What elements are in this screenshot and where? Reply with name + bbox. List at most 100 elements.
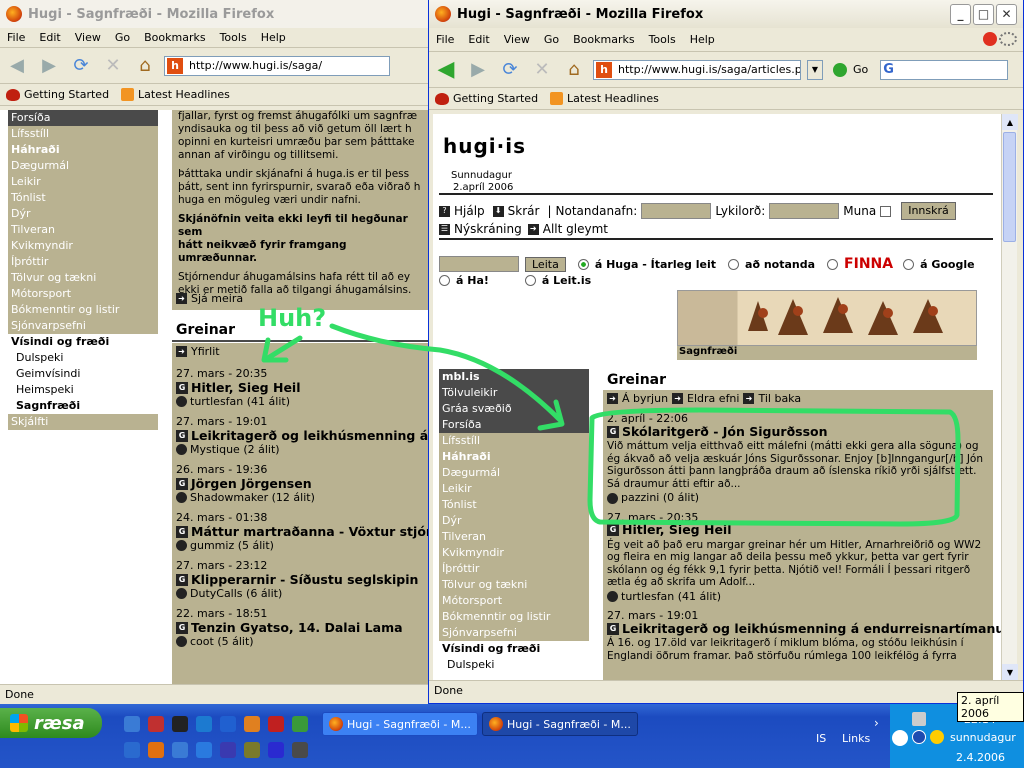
overview-link[interactable]: Yfirlit <box>191 345 220 358</box>
sidebar-item[interactable]: Íþróttir <box>439 561 589 577</box>
back-titlebar[interactable]: Hugi - Sagnfræði - Mozilla Firefox <box>0 0 430 28</box>
quick-launch-icon[interactable] <box>196 742 212 758</box>
username-input[interactable] <box>641 203 712 219</box>
article-author[interactable]: pazzini (0 álit) <box>621 491 699 505</box>
forgot-link[interactable]: Allt gleymt <box>543 221 608 237</box>
nav-older-link[interactable]: Eldra efni <box>687 392 739 405</box>
sidebar-item[interactable]: Kvikmyndir <box>8 238 158 254</box>
links-toolbar[interactable]: Links <box>842 732 870 745</box>
quick-launch-icon[interactable] <box>268 716 284 732</box>
forward-arrow-icon[interactable]: ▶ <box>465 57 491 83</box>
register-link[interactable]: Skrár <box>508 203 540 219</box>
sidebar-item[interactable]: Dýr <box>8 206 158 222</box>
radio-leit[interactable] <box>524 275 536 286</box>
front-scrollbar[interactable]: ▲ ▼ <box>1001 114 1018 680</box>
menu-file[interactable]: File <box>429 33 461 46</box>
radio-google[interactable] <box>903 258 915 270</box>
sidebar-item[interactable]: Kvikmyndir <box>439 545 589 561</box>
article-title[interactable]: Máttur martraðanna - Vöxtur stjórn <box>191 524 430 539</box>
sidebar-item[interactable]: Háhraði <box>439 449 589 465</box>
sidebar-item[interactable]: Bókmenntir og listir <box>8 302 158 318</box>
sidebar-item[interactable]: Forsíða <box>8 110 158 126</box>
quick-launch-icon[interactable] <box>244 716 260 732</box>
quick-launch-icon[interactable] <box>148 742 164 758</box>
nav-start-link[interactable]: Á byrjun <box>622 392 668 405</box>
reload-icon[interactable]: ⟳ <box>68 53 94 79</box>
sidebar-item[interactable]: Lífsstíll <box>439 433 589 449</box>
back-arrow-icon[interactable]: ◀ <box>4 53 30 79</box>
sidebar-item[interactable]: Tilveran <box>8 222 158 238</box>
start-button[interactable]: ræsa <box>0 708 102 738</box>
menu-bookmarks[interactable]: Bookmarks <box>137 31 212 44</box>
quick-launch-icon[interactable] <box>148 716 164 732</box>
home-icon[interactable]: ⌂ <box>132 53 158 79</box>
sidebar-item[interactable]: mbl.is <box>439 369 589 385</box>
front-url-bar[interactable]: h http://www.hugi.is/saga/articles.p <box>593 59 801 80</box>
minimize-button[interactable]: _ <box>950 3 971 25</box>
stop-loading-icon[interactable] <box>983 32 997 46</box>
scroll-down-button[interactable]: ▼ <box>1002 664 1018 680</box>
sidebar-item[interactable]: Háhraði <box>8 142 158 158</box>
google-search-box[interactable]: G <box>880 59 1009 80</box>
sidebar-item[interactable]: Lífsstíll <box>8 126 158 142</box>
search-input[interactable] <box>439 256 519 272</box>
article-title[interactable]: Tenzin Gyatso, 14. Dalai Lama <box>191 620 403 635</box>
sidebar-item[interactable]: Forsíða <box>439 417 589 433</box>
article-title[interactable]: Leikritagerð og leikhúsmenning á e <box>191 428 430 443</box>
menu-edit[interactable]: Edit <box>32 31 67 44</box>
sidebar-item[interactable]: Geimvísindi <box>8 366 158 382</box>
sidebar-item[interactable]: Leikir <box>8 174 158 190</box>
back-see-more[interactable]: ➜ Sjá meira <box>176 292 243 305</box>
sidebar-item[interactable]: Vísindi og fræði <box>439 641 589 657</box>
radio-user[interactable] <box>728 258 740 270</box>
language-indicator[interactable]: IS <box>816 732 826 745</box>
menu-tools[interactable]: Tools <box>213 31 254 44</box>
remember-checkbox[interactable] <box>880 205 892 217</box>
go-icon[interactable] <box>833 62 847 77</box>
sidebar-item[interactable]: Sjónvarpsefni <box>8 318 158 334</box>
scroll-thumb[interactable] <box>1003 132 1016 242</box>
tray-chevron-icon[interactable] <box>892 730 908 746</box>
article-author[interactable]: coot (5 álit) <box>190 635 254 648</box>
article-author[interactable]: gummiz (5 álit) <box>190 539 274 552</box>
sidebar-item[interactable]: Dýr <box>439 513 589 529</box>
bookmark-latest-headlines[interactable]: Latest Headlines <box>567 92 659 105</box>
stop-icon[interactable]: ✕ <box>529 57 555 83</box>
sidebar-item[interactable]: Sjónvarpsefni <box>439 625 589 641</box>
article-author[interactable]: DutyCalls (6 álit) <box>190 587 282 600</box>
quick-launch-icon[interactable] <box>220 716 236 732</box>
sidebar-item[interactable]: Leikir <box>439 481 589 497</box>
quick-launch-icon[interactable] <box>244 742 260 758</box>
home-icon[interactable]: ⌂ <box>561 57 587 83</box>
menu-go[interactable]: Go <box>537 33 566 46</box>
quick-launch-icon[interactable] <box>172 716 188 732</box>
sidebar-item[interactable]: Dægurmál <box>439 465 589 481</box>
sidebar-item[interactable]: Tölvur og tækni <box>8 270 158 286</box>
article-title[interactable]: Hitler, Sieg Heil <box>191 380 301 395</box>
tray-expand-icon[interactable]: › <box>874 716 879 730</box>
task-button-2[interactable]: Hugi - Sagnfræði - M... <box>482 712 638 736</box>
radio-huga[interactable] <box>577 258 589 270</box>
front-titlebar[interactable]: Hugi - Sagnfræði - Mozilla Firefox _ □ ✕ <box>429 0 1023 28</box>
article-title[interactable]: Hitler, Sieg Heil <box>622 523 732 537</box>
menu-go[interactable]: Go <box>108 31 137 44</box>
see-more-link[interactable]: Sjá meira <box>191 292 243 305</box>
nav-back-link[interactable]: Til baka <box>758 392 801 405</box>
sidebar-item[interactable]: Tölvur og tækni <box>439 577 589 593</box>
menu-help[interactable]: Help <box>254 31 293 44</box>
menu-help[interactable]: Help <box>683 33 722 46</box>
maximize-button[interactable]: □ <box>973 3 994 25</box>
quick-launch-icon[interactable] <box>292 742 308 758</box>
article-title[interactable]: Jörgen Jörgensen <box>191 476 312 491</box>
quick-launch-icon[interactable] <box>196 716 212 732</box>
sidebar-item[interactable]: Mótorsport <box>439 593 589 609</box>
login-button[interactable]: Innskrá <box>901 202 956 220</box>
quick-launch-icon[interactable] <box>292 716 308 732</box>
quick-launch-icon[interactable] <box>124 742 140 758</box>
sidebar-item[interactable]: Mótorsport <box>8 286 158 302</box>
task-button-1[interactable]: Hugi - Sagnfræði - M... <box>322 712 478 736</box>
menu-view[interactable]: View <box>497 33 537 46</box>
article-author[interactable]: turtlesfan (41 álit) <box>190 395 290 408</box>
reload-icon[interactable]: ⟳ <box>497 57 523 83</box>
forward-arrow-icon[interactable]: ▶ <box>36 53 62 79</box>
